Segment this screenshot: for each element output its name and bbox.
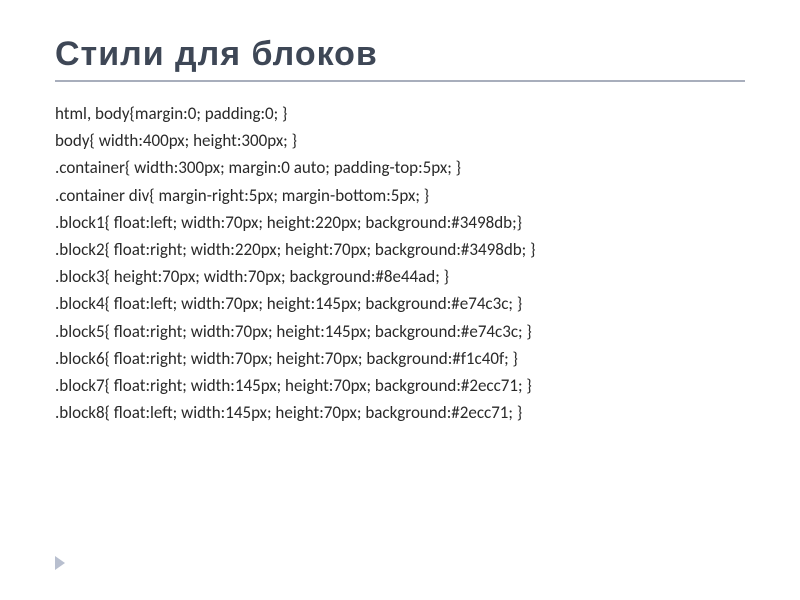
code-line: .container div{ margin-right:5px; margin… bbox=[55, 182, 745, 209]
code-line: .block7{ float:right; width:145px; heigh… bbox=[55, 372, 745, 399]
code-line: .block3{ height:70px; width:70px; backgr… bbox=[55, 263, 745, 290]
slide: Стили для блоков html, body{margin:0; pa… bbox=[0, 0, 800, 600]
code-line: html, body{margin:0; padding:0; } bbox=[55, 100, 745, 127]
code-line: .block8{ float:left; width:145px; height… bbox=[55, 399, 745, 426]
code-line: body{ width:400px; height:300px; } bbox=[55, 127, 745, 154]
footer-arrow-icon bbox=[55, 556, 65, 570]
code-line: .container{ width:300px; margin:0 auto; … bbox=[55, 154, 745, 181]
code-line: .block2{ float:right; width:220px; heigh… bbox=[55, 236, 745, 263]
code-line: .block6{ float:right; width:70px; height… bbox=[55, 345, 745, 372]
code-line: .block1{ float:left; width:70px; height:… bbox=[55, 209, 745, 236]
code-block: html, body{margin:0; padding:0; } body{ … bbox=[55, 100, 745, 426]
code-line: .block4{ float:left; width:70px; height:… bbox=[55, 290, 745, 317]
slide-title: Стили для блоков bbox=[55, 35, 745, 74]
code-line: .block5{ float:right; width:70px; height… bbox=[55, 318, 745, 345]
title-underline bbox=[55, 80, 745, 82]
